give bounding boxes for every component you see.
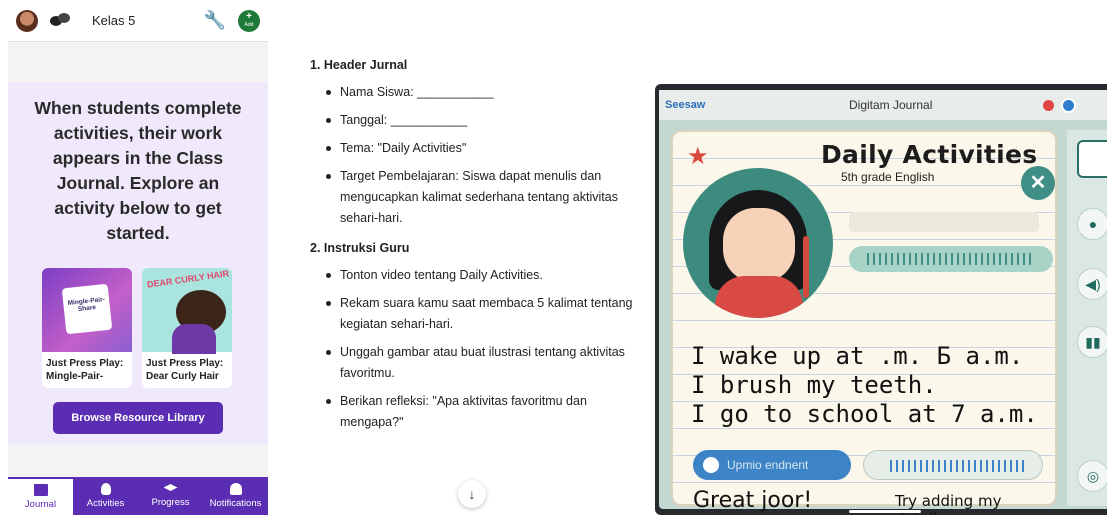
chat-bubbles-icon[interactable] <box>50 12 70 29</box>
activity-card[interactable]: DEAR CURLY HAIR Just Press Play: Dear Cu… <box>142 268 232 388</box>
seesaw-phone-panel: Kelas 5 🔧 + Add When students complete a… <box>8 0 268 515</box>
star-icon: ★ <box>687 143 709 170</box>
tab-activities[interactable]: Activities <box>73 477 138 515</box>
activity-thumbnails: Mingle-Pair-Share Just Press Play: Mingl… <box>42 268 268 388</box>
audio-waveform[interactable] <box>849 246 1053 272</box>
tab-progress[interactable]: Progress <box>138 477 203 515</box>
page-heading: Daily Activities <box>821 140 1038 169</box>
list-item: Tonton video tentang Daily Activities. <box>310 265 640 286</box>
handwritten-sentences: I wake up at .m. Ƃ a.m. I brush my teeth… <box>691 342 1038 429</box>
list-item: Unggah gambar atau buat ilustrasi tentan… <box>310 342 640 384</box>
profile-thumbnail[interactable] <box>1077 140 1107 178</box>
window-title: Digitam Journal <box>849 98 933 112</box>
tablet-screen: Seesaw Digitam Journal ★ Daily Activitie… <box>659 90 1107 515</box>
activity-card[interactable]: Mingle-Pair-Share Just Press Play: Mingl… <box>42 268 132 388</box>
list-item: Tema: "Daily Activities" <box>310 138 640 159</box>
list-item: Nama Siswa: ___________ <box>310 82 640 103</box>
journal-instructions-document: 1. Header Jurnal Nama Siswa: ___________… <box>310 58 640 508</box>
close-icon[interactable]: ✕ <box>1021 166 1055 200</box>
activity-label: Just Press Play: Dear Curly Hair <box>146 358 224 382</box>
bell-icon <box>229 483 242 495</box>
header-list: Nama Siswa: ___________ Tanggal: _______… <box>310 82 640 229</box>
scroll-down-button[interactable]: ↓ <box>458 480 486 508</box>
intro-text: When students complete activities, their… <box>34 98 242 243</box>
tab-label: Progress <box>151 497 190 508</box>
add-caption: Add <box>244 21 254 28</box>
avatar[interactable] <box>16 9 38 32</box>
student-portrait <box>683 168 833 318</box>
book-icon <box>33 484 48 496</box>
browse-library-button[interactable]: Browse Resource Library <box>53 402 223 434</box>
instructions-list: Tonton video tentang Daily Activities. R… <box>310 265 640 433</box>
bottom-tab-bar: Journal Activities Progress Notification… <box>8 477 268 515</box>
empty-journal-card: When students complete activities, their… <box>8 82 268 444</box>
info-icon <box>1061 98 1076 113</box>
blurred-field <box>849 212 1039 232</box>
face-shape <box>723 208 795 282</box>
section-heading-instructions: 2. Instruksi Guru <box>310 241 410 255</box>
graduation-cap-icon <box>163 484 178 491</box>
settings-icon[interactable]: ◎ <box>1077 460 1107 492</box>
tab-label: Journal <box>24 499 57 510</box>
home-indicator <box>849 510 921 513</box>
journal-illustration: Seesaw Digitam Journal ★ Daily Activitie… <box>655 84 1107 515</box>
list-item: Rekam suara kamu saat membaca 5 kalimat … <box>310 293 640 335</box>
shirt-shape <box>715 276 803 318</box>
app-header: Seesaw Digitam Journal <box>659 90 1107 120</box>
tab-journal[interactable]: Journal <box>8 477 73 515</box>
toothbrush-shape <box>803 236 809 298</box>
tab-label: Notifications <box>209 498 262 509</box>
feedback-left: Great joor! <box>693 488 813 513</box>
volume-icon[interactable]: ▮▮ <box>1077 326 1107 358</box>
wrench-icon[interactable]: 🔧 <box>204 10 226 31</box>
chat-icon[interactable]: ● <box>1077 208 1107 240</box>
body-illustration <box>172 324 216 354</box>
add-button[interactable]: + Add <box>238 9 260 32</box>
list-item: Target Pembelajaran: Siswa dapat menulis… <box>310 166 640 229</box>
page-subheading: 5th grade English <box>841 170 935 184</box>
sentence-line: I wake up at .m. Ƃ a.m. <box>691 342 1024 370</box>
top-bar: Kelas 5 🔧 + Add <box>8 0 268 42</box>
speaker-icon[interactable]: ◀) <box>1077 268 1107 300</box>
list-item: Berikan refleksi: "Apa aktivitas favorit… <box>310 391 640 433</box>
activity-label: Just Press Play: Mingle-Pair- <box>46 358 124 382</box>
record-indicator-icon <box>1043 100 1054 111</box>
record-button[interactable]: Upmio endnent <box>693 450 851 480</box>
activity-thumbnail-image: Mingle-Pair-Share <box>42 268 132 352</box>
activity-thumbnail-image: DEAR CURLY HAIR <box>142 268 232 354</box>
list-item: Tanggal: ___________ <box>310 110 640 131</box>
app-logo: Seesaw <box>665 99 706 111</box>
sentence-line: I brush my teeth. <box>691 371 937 399</box>
tab-label: Activities <box>86 498 125 509</box>
journal-page: ★ Daily Activities 5th grade English ✕ I… <box>671 130 1057 515</box>
activity-badge: Mingle-Pair-Share <box>61 283 113 335</box>
audio-playback-bar[interactable] <box>863 450 1043 480</box>
tab-notifications[interactable]: Notifications <box>203 477 268 515</box>
lightbulb-icon <box>100 483 111 495</box>
sentence-line: I go to school at 7 a.m. <box>691 400 1038 428</box>
section-heading-header: 1. Header Jurnal <box>310 58 408 72</box>
class-title[interactable]: Kelas 5 <box>92 13 135 28</box>
activity-badge: DEAR CURLY HAIR <box>146 268 230 290</box>
tool-rail: ● ◀) ▮▮ ◎ <box>1067 130 1107 506</box>
add-plus: + <box>246 10 252 22</box>
screenshot-root: Kelas 5 🔧 + Add When students complete a… <box>0 0 1107 515</box>
